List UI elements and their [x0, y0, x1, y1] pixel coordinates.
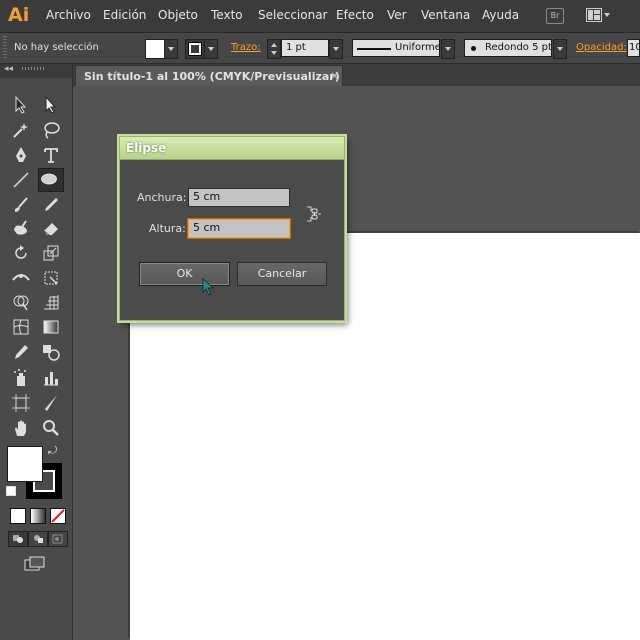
selection-status: No hay selección	[14, 42, 99, 53]
paintbrush-tool-icon[interactable]	[11, 195, 31, 215]
default-colors-icon[interactable]	[6, 486, 16, 496]
color-mode-icon[interactable]	[10, 508, 26, 524]
column-graph-tool-icon[interactable]	[41, 368, 61, 388]
shape-builder-tool-icon[interactable]	[11, 292, 31, 312]
document-tab[interactable]: Sin título-1 al 100% (CMYK/Previsualizar…	[75, 65, 343, 86]
type-tool-icon[interactable]	[41, 145, 61, 165]
menu-ventana[interactable]: Ventana	[421, 8, 470, 22]
brush-dot-icon	[471, 46, 476, 51]
menu-bar: Ai Archivo Edición Objeto Texto Seleccio…	[0, 0, 640, 33]
stroke-label[interactable]: Trazo:	[231, 42, 261, 53]
stroke-swatch[interactable]	[185, 39, 205, 59]
lasso-tool-icon[interactable]	[41, 120, 61, 140]
fill-dropdown[interactable]	[164, 39, 178, 59]
draw-inside-icon[interactable]	[48, 531, 68, 547]
draw-normal-icon[interactable]	[8, 531, 28, 547]
menu-edicion[interactable]: Edición	[103, 8, 146, 22]
menu-archivo[interactable]: Archivo	[46, 8, 91, 22]
app-logo: Ai	[8, 4, 30, 26]
panel-grip[interactable]	[3, 36, 7, 60]
eyedropper-tool-icon[interactable]	[11, 342, 31, 362]
panel-grip[interactable]	[22, 67, 46, 70]
direct-selection-tool-icon[interactable]	[41, 95, 61, 115]
pencil-tool-icon[interactable]	[41, 195, 61, 215]
menu-texto[interactable]: Texto	[211, 8, 243, 22]
dialog-title-bar[interactable]: Elipse	[120, 137, 344, 160]
link-proportions-icon[interactable]	[306, 203, 322, 225]
workspace-switcher-icon[interactable]	[586, 8, 612, 23]
eraser-tool-icon[interactable]	[41, 218, 61, 238]
zoom-tool-icon[interactable]	[41, 418, 61, 438]
height-label: Altura:	[149, 222, 186, 235]
control-bar: No hay selección Trazo: 1 pt Uniforme Re…	[0, 33, 640, 64]
slice-tool-icon[interactable]	[41, 393, 61, 413]
collapse-panel-icon[interactable]: ◂◂	[4, 64, 13, 74]
fill-color-box[interactable]	[7, 446, 43, 482]
close-tab-icon[interactable]: ×	[330, 69, 339, 82]
menu-objeto[interactable]: Objeto	[158, 8, 198, 22]
stroke-dropdown[interactable]	[204, 39, 218, 59]
width-label: Anchura:	[137, 191, 187, 204]
opacity-label[interactable]: Opacidad:	[576, 42, 627, 53]
brush-field[interactable]: Redondo 5 pt.	[464, 39, 552, 57]
menu-ver[interactable]: Ver	[387, 8, 407, 22]
free-transform-tool-icon[interactable]	[41, 268, 61, 288]
width-tool-icon[interactable]	[11, 268, 31, 288]
tools-panel-header[interactable]: ◂◂	[0, 64, 72, 78]
draw-behind-icon[interactable]	[28, 531, 48, 547]
selection-tool-icon[interactable]	[11, 95, 31, 115]
swap-colors-icon[interactable]: ⤾	[48, 444, 57, 458]
none-mode-icon[interactable]	[50, 508, 66, 524]
menu-seleccionar[interactable]: Seleccionar	[258, 8, 327, 22]
mouse-cursor-icon	[202, 278, 216, 296]
stroke-weight-field[interactable]: 1 pt	[281, 39, 329, 57]
menu-efecto[interactable]: Efecto	[336, 8, 374, 22]
blob-brush-tool-icon[interactable]	[11, 218, 31, 238]
stroke-profile-preview	[357, 48, 391, 50]
stroke-weight-dropdown[interactable]	[329, 39, 343, 59]
blend-tool-icon[interactable]	[41, 342, 61, 362]
fill-swatch[interactable]	[145, 39, 165, 59]
perspective-grid-tool-icon[interactable]	[41, 292, 61, 312]
stroke-profile-dropdown[interactable]	[441, 39, 455, 59]
dialog-title: Elipse	[126, 141, 167, 155]
line-segment-tool-icon[interactable]	[11, 170, 31, 190]
brush-label: Redondo 5 pt.	[485, 42, 552, 53]
artboard-tool-icon[interactable]	[11, 393, 31, 413]
stroke-profile-label: Uniforme	[395, 42, 440, 53]
symbol-sprayer-tool-icon[interactable]	[11, 368, 31, 388]
pen-tool-icon[interactable]	[11, 145, 31, 165]
opacity-field[interactable]: 10	[627, 39, 640, 57]
gradient-mode-icon[interactable]	[30, 508, 46, 524]
gradient-tool-icon[interactable]	[41, 317, 61, 337]
screen-mode-icon[interactable]	[24, 556, 46, 572]
hand-tool-icon[interactable]	[11, 418, 31, 438]
scale-tool-icon[interactable]	[41, 243, 61, 263]
rotate-tool-icon[interactable]	[11, 243, 31, 263]
document-tab-title: Sin título-1 al 100% (CMYK/Previsualizar…	[84, 70, 340, 83]
width-field[interactable]: 5 cm	[188, 188, 290, 207]
ellipse-tool-icon[interactable]	[38, 168, 64, 192]
magic-wand-tool-icon[interactable]	[11, 120, 31, 140]
cancel-button[interactable]: Cancelar	[237, 262, 327, 286]
bridge-button[interactable]: Br	[546, 8, 564, 24]
brush-dropdown[interactable]	[553, 39, 567, 59]
stroke-profile-field[interactable]: Uniforme	[352, 39, 440, 57]
stroke-weight-stepper[interactable]	[267, 39, 281, 59]
mesh-tool-icon[interactable]	[11, 317, 31, 337]
height-field[interactable]: 5 cm	[188, 219, 290, 238]
ellipse-dialog: Elipse Anchura: 5 cm Altura: 5 cm OK Can…	[119, 136, 345, 321]
ok-button[interactable]: OK	[139, 262, 230, 286]
menu-ayuda[interactable]: Ayuda	[482, 8, 519, 22]
